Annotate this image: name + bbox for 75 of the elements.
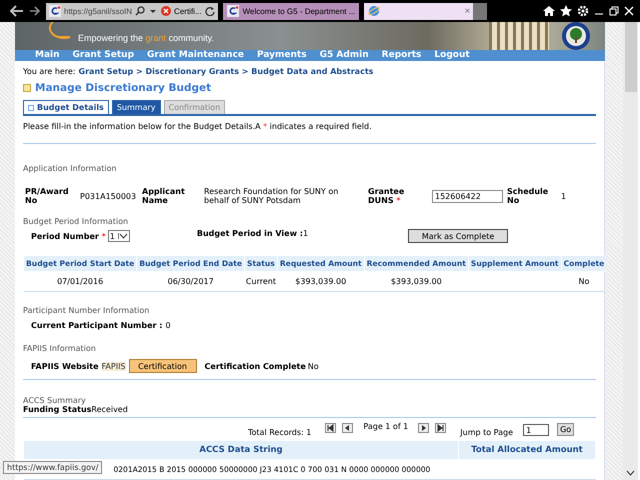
restore-icon[interactable] bbox=[609, 6, 619, 16]
globe-icon[interactable] bbox=[368, 5, 380, 17]
duns-field[interactable]: 152606422 bbox=[432, 190, 503, 202]
field-label: Period Number * bbox=[31, 232, 106, 240]
instructions-text: Please fill-in the information below for the Budget Details.A * indicates a required field. bbox=[23, 122, 373, 131]
search-icon[interactable] bbox=[135, 6, 146, 16]
scrollbar-thumb[interactable] bbox=[624, 22, 636, 92]
section-heading: FAPIIS Information bbox=[23, 344, 97, 353]
mark-complete-button[interactable]: Mark as Complete bbox=[408, 229, 508, 243]
field-label: Applicant Name bbox=[142, 187, 186, 205]
tab[interactable]: Budget Details bbox=[23, 100, 109, 114]
close-tab-icon[interactable]: × bbox=[464, 6, 470, 16]
page-title: Manage Discretionary Budget bbox=[35, 82, 212, 94]
section-heading: ACCS Summary bbox=[23, 396, 87, 405]
breadcrumb-label: You are here: bbox=[23, 67, 76, 76]
previous-page-icon[interactable] bbox=[342, 423, 354, 433]
table-cell: Current bbox=[244, 272, 278, 292]
home-icon[interactable] bbox=[543, 5, 555, 17]
browser-tab[interactable]: Welcome to G5 - Department ... bbox=[222, 2, 360, 20]
period-select[interactable]: 1 bbox=[108, 230, 130, 242]
award-number: P031A150003 bbox=[80, 192, 138, 200]
field-label: Grantee DUNS * bbox=[368, 187, 406, 205]
scrollbar[interactable] bbox=[623, 22, 638, 480]
fapiis-link[interactable]: FAPIIS bbox=[102, 362, 126, 370]
g5-icon[interactable] bbox=[226, 5, 239, 17]
certification-status: No bbox=[308, 362, 319, 370]
breadcrumb-path[interactable]: Grant Setup > Discretionary Grants > Budget Data and Abstracts bbox=[78, 67, 374, 76]
tab[interactable]: Summary bbox=[112, 100, 160, 114]
table-cell: $393,039.00 bbox=[277, 272, 364, 292]
field-label: Certification Complete bbox=[204, 362, 306, 370]
star-icon[interactable] bbox=[560, 5, 572, 17]
close-icon[interactable] bbox=[624, 6, 634, 16]
section-heading: Application Information bbox=[23, 164, 118, 173]
forward-icon[interactable] bbox=[29, 5, 41, 17]
browser-tab[interactable]: × bbox=[364, 2, 474, 20]
caret-icon[interactable] bbox=[118, 233, 128, 239]
settings-icon[interactable] bbox=[577, 5, 589, 17]
section-heading: Participant Number Information bbox=[23, 306, 150, 315]
address-bar[interactable]: https://g5anil/ssoIN Certifi... bbox=[46, 2, 218, 20]
schedule-number: 1 bbox=[561, 192, 566, 200]
g5-icon[interactable] bbox=[49, 5, 61, 17]
table-cell: 07/01/2016 bbox=[24, 272, 137, 292]
next-page-icon[interactable] bbox=[418, 423, 430, 433]
first-page-icon[interactable] bbox=[325, 423, 336, 433]
page-indicator: Page 1 of 1 bbox=[363, 422, 408, 431]
url-text: https://g5anil/ssoIN bbox=[64, 6, 132, 16]
column-header: ACCS Data String bbox=[24, 440, 458, 460]
table-cell: 06/30/2017 bbox=[136, 272, 245, 292]
field-label: Schedule No bbox=[507, 187, 550, 205]
funding-status: Funding StatusReceived bbox=[23, 405, 129, 414]
last-page-icon[interactable] bbox=[435, 423, 446, 433]
jump-page-field[interactable]: 1 bbox=[523, 424, 550, 436]
participant-number: 0 bbox=[165, 321, 171, 330]
column-header: Total Allocated Amount bbox=[458, 440, 596, 460]
section-heading: Budget Period Information bbox=[23, 217, 130, 226]
status-tooltip: https://www.fapiis.gov/ bbox=[3, 461, 102, 474]
refresh-icon[interactable] bbox=[204, 6, 215, 16]
certification-button[interactable]: Certification bbox=[128, 359, 197, 373]
table-cell: $393,039.00 bbox=[364, 272, 468, 292]
total-records: Total Records: 1 bbox=[248, 428, 312, 437]
bookshelf-photo bbox=[489, 22, 549, 50]
seal-icon[interactable] bbox=[561, 22, 591, 50]
period-in-view: Budget Period in View :1 bbox=[196, 229, 308, 238]
field-label: Jump to Page bbox=[460, 428, 514, 437]
field-label: PR/Award No bbox=[25, 187, 70, 205]
certificate-error-text[interactable]: Certifi... bbox=[174, 6, 202, 16]
tagline: Empowering the grant community. bbox=[78, 32, 214, 43]
new-tab-button[interactable] bbox=[473, 2, 488, 20]
error-icon[interactable] bbox=[161, 6, 172, 16]
scroll-down-icon[interactable] bbox=[626, 470, 635, 476]
go-button[interactable]: Go bbox=[557, 423, 574, 436]
field-label: FAPIIS Website bbox=[31, 362, 99, 370]
field-label: Current Participant Number : bbox=[31, 321, 162, 330]
applicant-name: Research Foundation for SUNY on behalf of SUNY Potsdam bbox=[204, 187, 340, 205]
back-icon[interactable] bbox=[8, 5, 24, 17]
